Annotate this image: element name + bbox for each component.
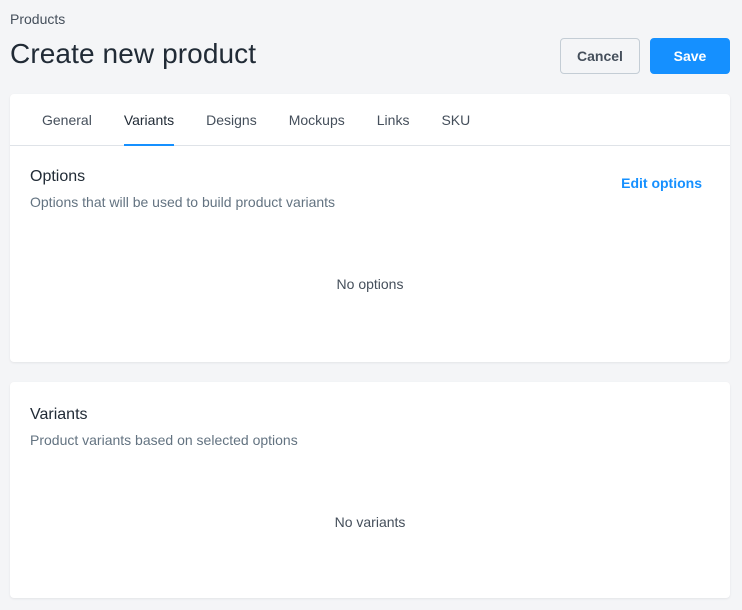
- tab-bar: General Variants Designs Mockups Links S…: [10, 94, 730, 146]
- variants-description: Product variants based on selected optio…: [30, 432, 298, 448]
- breadcrumb-products[interactable]: Products: [10, 11, 65, 27]
- edit-options-link[interactable]: Edit options: [621, 175, 702, 191]
- page: Products Create new product Cancel Save …: [0, 0, 742, 610]
- header-actions: Cancel Save: [560, 38, 730, 74]
- variants-title: Variants: [30, 406, 88, 423]
- tab-general[interactable]: General: [26, 94, 108, 145]
- variants-section: Variants Product variants based on selec…: [10, 382, 730, 530]
- tab-links[interactable]: Links: [361, 94, 426, 145]
- tab-designs[interactable]: Designs: [190, 94, 273, 145]
- options-empty-state: No options: [336, 276, 404, 292]
- variants-card: Variants Product variants based on selec…: [10, 382, 730, 598]
- save-button[interactable]: Save: [650, 38, 730, 74]
- page-title: Create new product: [10, 38, 257, 69]
- tab-sku[interactable]: SKU: [425, 94, 486, 145]
- tab-variants[interactable]: Variants: [108, 94, 190, 146]
- cancel-button[interactable]: Cancel: [560, 38, 640, 74]
- options-card: General Variants Designs Mockups Links S…: [10, 94, 730, 362]
- options-description: Options that will be used to build produ…: [30, 194, 336, 210]
- tab-mockups[interactable]: Mockups: [273, 94, 361, 145]
- options-title: Options: [30, 168, 86, 185]
- variants-empty-state: No variants: [334, 514, 406, 530]
- options-section: Options Options that will be used to bui…: [10, 146, 730, 292]
